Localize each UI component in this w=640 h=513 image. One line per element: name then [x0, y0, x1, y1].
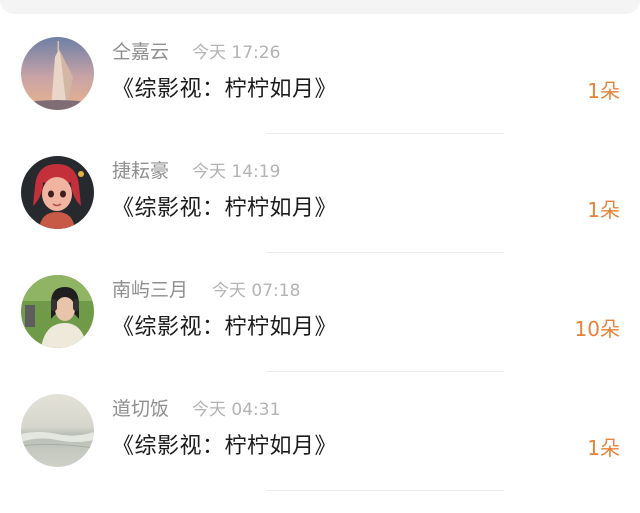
- book-title[interactable]: 《综影视：柠柠如月》: [112, 313, 337, 343]
- user-name: 仝嘉云: [112, 41, 170, 63]
- book-title[interactable]: 《综影视：柠柠如月》: [112, 194, 337, 224]
- user-name: 道切饭: [112, 398, 170, 420]
- cartoon-girl-avatar[interactable]: [21, 156, 94, 229]
- timestamp: 今天 04:31: [192, 400, 281, 420]
- row-divider: [266, 252, 504, 253]
- headphone-girl-avatar[interactable]: [21, 275, 94, 348]
- timestamp: 今天 14:19: [192, 162, 281, 182]
- user-name: 捷耘豪: [112, 160, 170, 182]
- gift-records-list: 仝嘉云 今天 17:26 《综影视：柠柠如月》 1朵 捷耘豪 今天 14:19 …: [0, 0, 640, 513]
- beach-avatar[interactable]: [21, 394, 94, 467]
- top-card-edge: [0, 0, 640, 14]
- flower-count: 10朵: [574, 317, 620, 341]
- list-item[interactable]: 捷耘豪 今天 14:19 《综影视：柠柠如月》 1朵: [0, 156, 640, 275]
- list-item[interactable]: 仝嘉云 今天 17:26 《综影视：柠柠如月》 1朵: [0, 37, 640, 156]
- list-item[interactable]: 南屿三月 今天 07:18 《综影视：柠柠如月》 10朵: [0, 275, 640, 394]
- row-divider: [266, 490, 504, 491]
- tower-avatar[interactable]: [21, 37, 94, 110]
- row-divider: [266, 371, 504, 372]
- book-title[interactable]: 《综影视：柠柠如月》: [112, 432, 337, 462]
- flower-count: 1朵: [587, 79, 620, 103]
- book-title[interactable]: 《综影视：柠柠如月》: [112, 75, 337, 105]
- list-item[interactable]: 道切饭 今天 04:31 《综影视：柠柠如月》 1朵: [0, 394, 640, 513]
- user-name: 南屿三月: [112, 279, 189, 301]
- timestamp: 今天 17:26: [192, 43, 281, 63]
- row-divider: [266, 133, 504, 134]
- timestamp: 今天 07:18: [212, 281, 301, 301]
- flower-count: 1朵: [587, 436, 620, 460]
- flower-count: 1朵: [587, 198, 620, 222]
